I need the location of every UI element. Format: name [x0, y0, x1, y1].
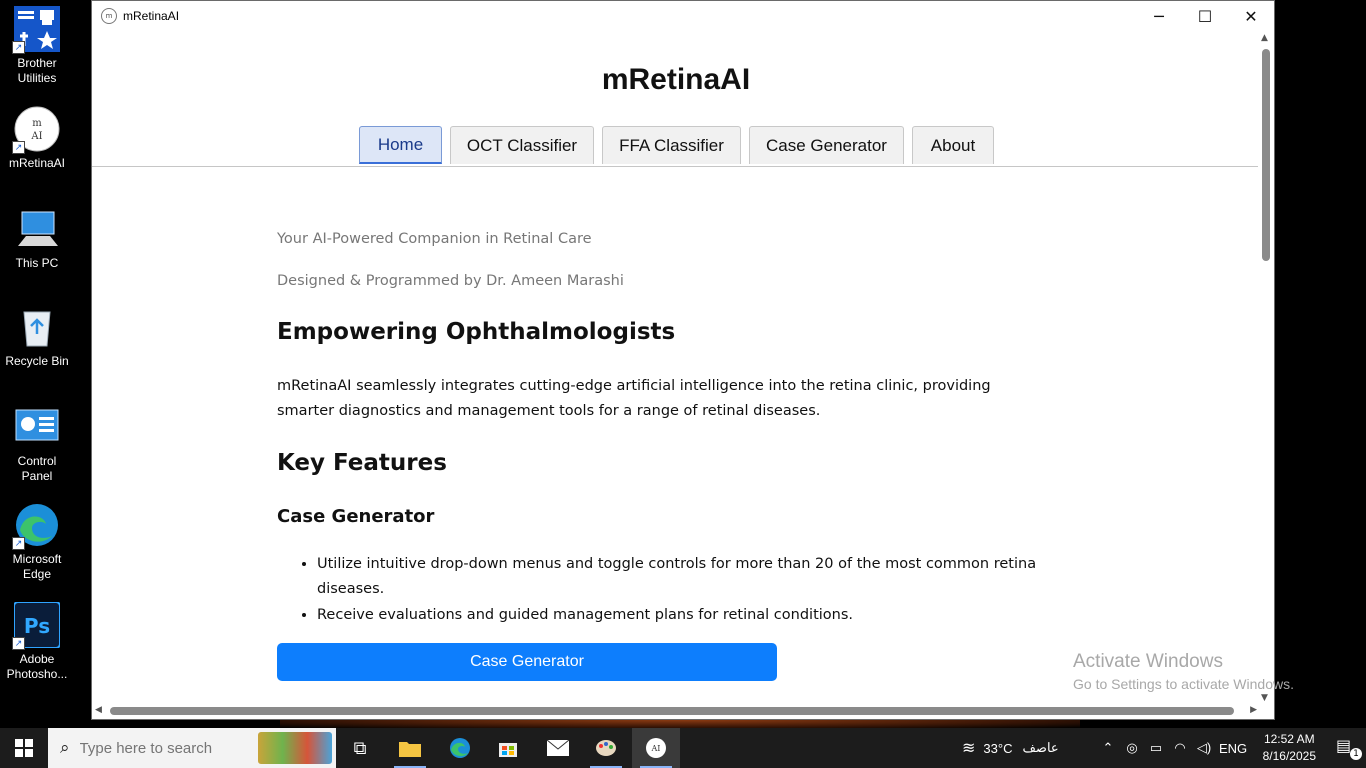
vertical-scrollbar[interactable]: ▲ ▼: [1258, 31, 1274, 705]
volume-icon[interactable]: ◁): [1192, 740, 1216, 756]
case-generator-button[interactable]: Case Generator: [277, 643, 777, 681]
tab-about[interactable]: About: [912, 126, 994, 164]
main-content: mRetinaAI Home OCT Classifier FFA Classi…: [92, 31, 1260, 705]
recycle-bin-icon: [14, 304, 60, 350]
paint-icon[interactable]: [582, 728, 630, 768]
start-button[interactable]: [0, 728, 48, 768]
taskbar: ⌕ ⧉ AI ≋ 33°C عاصف ⌃ ◎ ▭ ◠ ◁) ENG 12:52 …: [0, 728, 1366, 768]
desktop-icon-label: This PC: [15, 256, 59, 270]
title-bar[interactable]: m mRetinaAI ─ ☐ ✕: [92, 1, 1274, 31]
scroll-up-icon[interactable]: ▲: [1261, 33, 1268, 43]
desktop-icon-label: Recycle Bin: [5, 354, 69, 368]
intro-paragraph: mRetinaAI seamlessly integrates cutting-…: [277, 378, 991, 419]
scroll-down-icon[interactable]: ▼: [1261, 693, 1268, 703]
activate-windows-watermark: Activate Windows Go to Settings to activ…: [1073, 651, 1294, 692]
tab-oct-classifier[interactable]: OCT Classifier: [450, 126, 594, 164]
notification-center-icon[interactable]: ▤ 1: [1336, 736, 1362, 760]
search-input[interactable]: [77, 738, 242, 758]
tab-ffa-classifier[interactable]: FFA Classifier: [602, 126, 741, 164]
search-icon: ⌕: [60, 738, 70, 758]
task-view-icon[interactable]: ⧉: [336, 728, 384, 768]
mail-icon[interactable]: [534, 728, 582, 768]
feature-title-case-generator: Case Generator: [277, 506, 435, 527]
system-tray: ⌃ ◎ ▭ ◠ ◁): [1096, 728, 1216, 768]
svg-text:AI: AI: [30, 131, 42, 142]
tab-home[interactable]: Home: [359, 126, 442, 164]
webcam-icon[interactable]: ◎: [1120, 740, 1144, 756]
shortcut-arrow-icon: ↗: [12, 537, 25, 550]
app-logo-icon: m: [101, 8, 117, 24]
photoshop-icon: Ps ↗: [12, 601, 61, 650]
control-panel-icon: [14, 404, 60, 450]
show-hidden-icons-icon[interactable]: ⌃: [1096, 740, 1120, 756]
heading-empowering: Empowering Ophthalmologists: [277, 319, 676, 345]
edge-icon: ↗: [12, 502, 60, 550]
desktop-icon-label: Control Panel: [17, 454, 57, 483]
desktop-icon-label: Adobe Photosho...: [6, 652, 68, 681]
shortcut-arrow-icon: ↗: [12, 141, 25, 154]
vertical-scroll-thumb[interactable]: [1262, 49, 1270, 261]
mretinaai-logo-icon: m AI ↗: [12, 106, 60, 154]
svg-text:Ps: Ps: [24, 614, 50, 638]
mretinaai-taskbar-icon[interactable]: AI: [632, 728, 680, 768]
wifi-icon[interactable]: ◠: [1168, 740, 1192, 756]
store-icon[interactable]: [484, 728, 532, 768]
list-item: Receive evaluations and guided managemen…: [317, 603, 1057, 628]
weather-condition: عاصف: [1022, 740, 1059, 755]
weather-widget[interactable]: ≋ 33°C عاصف: [962, 728, 1059, 768]
clock[interactable]: 12:52 AM 8/16/2025: [1263, 731, 1316, 765]
scroll-left-icon[interactable]: ◀: [95, 705, 102, 715]
shortcut-arrow-icon: ↗: [12, 41, 25, 54]
list-item: Utilize intuitive drop-down menus and to…: [317, 552, 1057, 602]
scroll-right-icon[interactable]: ▶: [1250, 705, 1257, 715]
tab-bar: Home OCT Classifier FFA Classifier Case …: [92, 126, 1260, 166]
minimize-button[interactable]: ─: [1136, 1, 1182, 31]
taskbar-search[interactable]: ⌕: [48, 728, 336, 768]
credit-line: Designed & Programmed by Dr. Ameen Maras…: [277, 273, 624, 289]
notification-badge: 1: [1350, 748, 1362, 760]
search-highlight-image: [258, 732, 332, 764]
wind-icon: ≋: [962, 740, 976, 757]
feature-bullet-list: Utilize intuitive drop-down menus and to…: [277, 552, 1057, 629]
svg-text:m: m: [32, 118, 42, 129]
desktop-icon-this-pc[interactable]: This PC: [3, 200, 71, 271]
heading-key-features: Key Features: [277, 450, 447, 476]
close-button[interactable]: ✕: [1228, 1, 1274, 31]
computer-icon: [14, 206, 60, 252]
svg-text:AI: AI: [651, 744, 661, 753]
toolbox-icon: ↗: [12, 6, 60, 54]
desktop-icon-photoshop[interactable]: Ps ↗ Adobe Photosho...: [3, 596, 71, 682]
language-indicator[interactable]: ENG: [1219, 728, 1247, 768]
clock-time: 12:52 AM: [1263, 732, 1315, 746]
desktop-icon-edge[interactable]: ↗ Microsoft Edge: [3, 496, 71, 582]
horizontal-scrollbar[interactable]: ◀ ▶: [92, 703, 1260, 719]
window-title: mRetinaAI: [123, 9, 180, 23]
weather-temp: 33°C: [983, 740, 1013, 756]
shortcut-arrow-icon: ↗: [12, 637, 25, 650]
windows-logo-icon: [15, 739, 33, 757]
horizontal-scroll-thumb[interactable]: [110, 707, 1234, 715]
watermark-subtitle: Go to Settings to activate Windows.: [1073, 676, 1294, 692]
maximize-button[interactable]: ☐: [1182, 1, 1228, 31]
desktop-icon-label: Microsoft Edge: [12, 552, 62, 581]
desktop-icon-recycle-bin[interactable]: Recycle Bin: [3, 298, 71, 369]
tagline: Your AI-Powered Companion in Retinal Car…: [277, 231, 592, 247]
desktop-icon-brother-utilities[interactable]: ↗ Brother Utilities: [3, 0, 71, 86]
clock-date: 8/16/2025: [1262, 749, 1316, 763]
watermark-title: Activate Windows: [1073, 651, 1223, 672]
edge-taskbar-icon[interactable]: [436, 728, 484, 768]
desktop-icon-mretinaai[interactable]: m AI ↗ mRetinaAI: [3, 100, 71, 171]
app-window: m mRetinaAI ─ ☐ ✕ mRetinaAI Home OCT Cla…: [91, 0, 1275, 720]
desktop-icon-label: mRetinaAI: [8, 156, 66, 170]
page-title: mRetinaAI: [601, 63, 751, 96]
tab-case-generator[interactable]: Case Generator: [749, 126, 904, 164]
desktop-icon-control-panel[interactable]: Control Panel: [3, 398, 71, 484]
file-explorer-icon[interactable]: [386, 728, 434, 768]
battery-icon[interactable]: ▭: [1144, 740, 1168, 756]
tab-divider: [92, 166, 1260, 167]
desktop-icon-label: Brother Utilities: [17, 56, 57, 85]
